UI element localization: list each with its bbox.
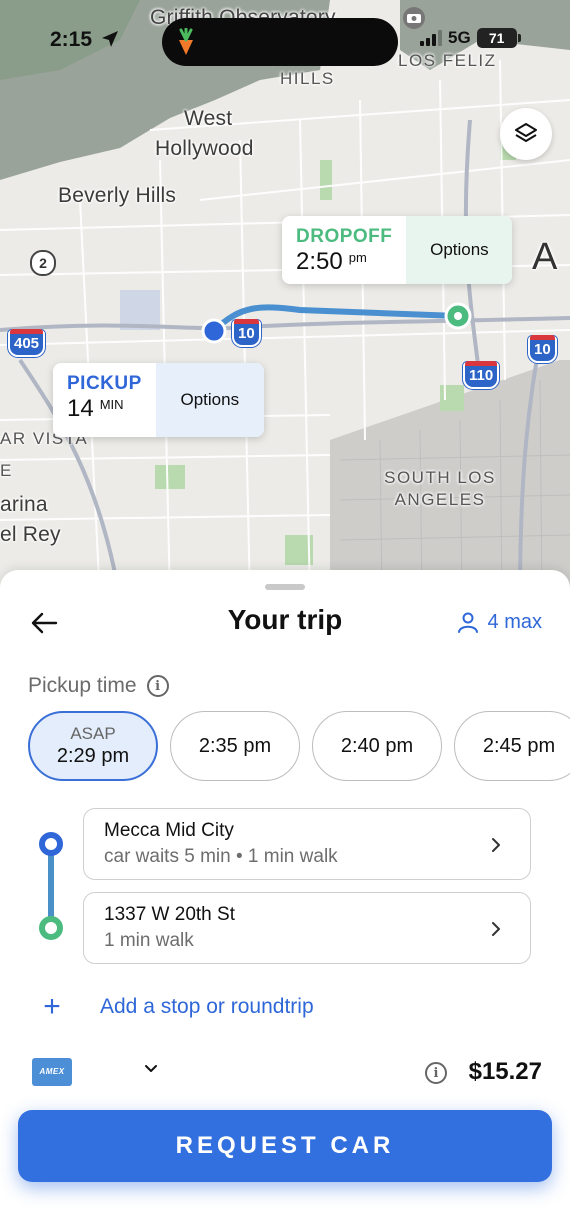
time-option-asap[interactable]: ASAP 2:29 pm: [28, 711, 158, 781]
dynamic-island: [162, 18, 398, 66]
stop-name: 1337 W 20th St: [104, 904, 235, 925]
interstate-10-shield: 10: [232, 319, 261, 347]
pickup-info: PICKUP 14 MIN: [53, 363, 156, 437]
info-icon[interactable]: i: [146, 675, 169, 697]
state-route-2-shield: 2: [30, 250, 56, 276]
trip-sheet: Your trip 4 max Pickup time i ASAP 2:29 …: [0, 570, 570, 1214]
map-layers-button[interactable]: [500, 108, 552, 160]
status-bar: 2:15 5G 71: [0, 0, 570, 84]
pickup-time-label: Pickup time: [28, 674, 137, 697]
network-type: 5G: [448, 28, 471, 47]
dropoff-callout: DROPOFF 2:50 pm Options: [282, 216, 513, 284]
pickup-dot-icon: [39, 832, 63, 856]
add-stop-label: Add a stop or roundtrip: [100, 995, 314, 1018]
trip-price: $15.27: [468, 1058, 542, 1085]
stop-name: Mecca Mid City: [104, 820, 234, 841]
location-arrow-icon: [102, 31, 118, 47]
layers-icon: [515, 123, 537, 142]
battery-icon: 71: [476, 28, 521, 48]
stop-detail: 1 min walk: [104, 930, 194, 951]
map-label-west: West: [184, 107, 233, 130]
map-label-south-la-1: SOUTH LOS: [384, 468, 496, 487]
chevron-right-icon: [492, 838, 500, 852]
request-car-button[interactable]: REQUEST CAR: [18, 1110, 552, 1182]
time-option[interactable]: 2:35 pm: [170, 711, 300, 781]
pickup-location-row[interactable]: Mecca Mid City car waits 5 min • 1 min w…: [83, 808, 531, 880]
map-label-la: A: [532, 236, 558, 278]
max-riders-label: 4 max: [487, 610, 542, 633]
map-label-marina: arina: [0, 493, 48, 516]
dropoff-info: DROPOFF 2:50 pm: [282, 216, 406, 284]
status-time: 2:15: [50, 28, 93, 51]
pickup-eta-value: 14: [67, 395, 94, 422]
map-label-hollywood: Hollywood: [155, 137, 254, 160]
dropoff-options-button[interactable]: Options: [406, 216, 513, 284]
chevron-right-icon: [492, 922, 500, 936]
stop-detail: car waits 5 min • 1 min walk: [104, 846, 338, 867]
chevron-down-icon[interactable]: [144, 1062, 158, 1076]
plus-icon: +: [43, 990, 61, 1023]
amex-card-icon[interactable]: AMEX: [32, 1058, 72, 1086]
time-option[interactable]: 2:45 pm: [454, 711, 570, 781]
time-option[interactable]: 2:40 pm: [312, 711, 442, 781]
pickup-callout: PICKUP 14 MIN Options: [53, 363, 264, 437]
interstate-10-shield-east: 10: [528, 335, 557, 363]
interstate-405-shield: 405: [8, 329, 46, 357]
dropoff-time: 2:50: [296, 248, 343, 275]
time-option-time: 2:35 pm: [198, 735, 272, 757]
signal-icon: [420, 30, 442, 46]
dropoff-time-suffix: pm: [348, 250, 367, 265]
person-icon: [457, 612, 478, 633]
map-label-south-la-2: ANGELES: [394, 490, 486, 509]
price-info-icon[interactable]: i: [425, 1062, 447, 1084]
max-riders-button[interactable]: 4 max: [456, 610, 542, 634]
sheet-grabber[interactable]: [265, 584, 305, 590]
pickup-options-button[interactable]: Options: [155, 363, 264, 437]
status-indicators: 5G 71: [420, 28, 521, 48]
map-view[interactable]: Griffith Observatory HILLS LOS FELIZ Wes…: [0, 0, 570, 600]
time-option-time: 2:29 pm: [56, 745, 130, 767]
pickup-time-heading: Pickup time i: [28, 674, 169, 698]
pickup-tag: PICKUP: [67, 373, 142, 394]
pickup-time-options: ASAP 2:29 pm 2:35 pm 2:40 pm 2:45 pm: [28, 711, 570, 781]
dropoff-dot-icon: [39, 916, 63, 940]
map-label-del-rey: el Rey: [0, 523, 61, 546]
pickup-eta-unit: MIN: [99, 397, 124, 412]
carrot-icon: [179, 28, 193, 55]
dropoff-location-row[interactable]: 1337 W 20th St 1 min walk: [83, 892, 531, 964]
time-option-asap-label: ASAP: [70, 724, 116, 743]
dropoff-tag: DROPOFF: [296, 226, 393, 247]
map-label-beverly-hills: Beverly Hills: [58, 184, 177, 207]
map-label-e: E: [0, 461, 13, 480]
time-option-time: 2:45 pm: [482, 735, 556, 757]
payment-row: AMEX i $15.27: [32, 1058, 542, 1088]
interstate-110-shield: 110: [463, 361, 500, 389]
add-stop-button[interactable]: + Add a stop or roundtrip: [40, 990, 314, 1023]
time-option-time: 2:40 pm: [340, 735, 414, 757]
